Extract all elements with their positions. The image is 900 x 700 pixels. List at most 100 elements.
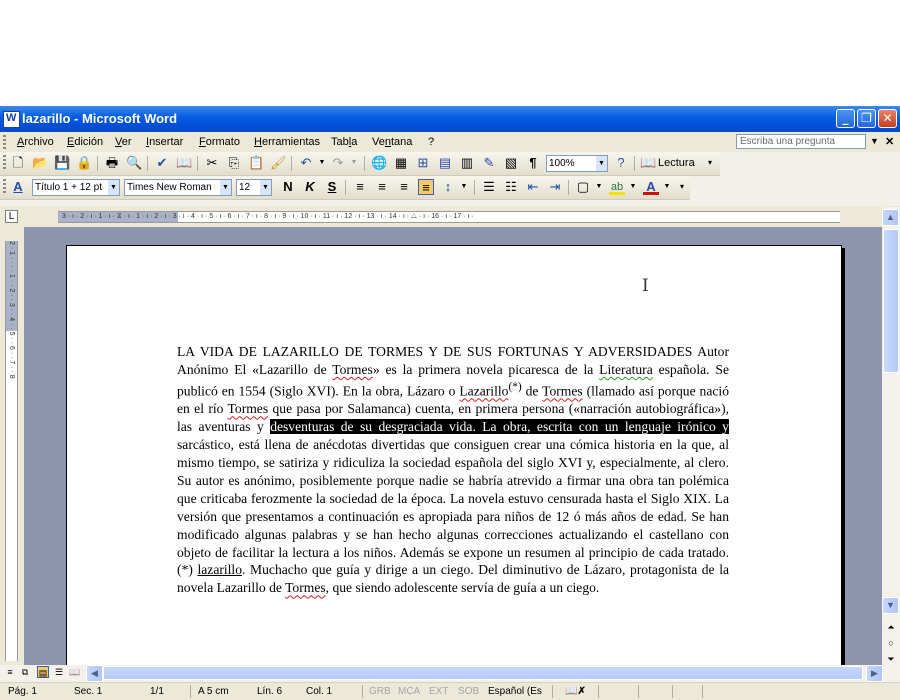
document-map-icon[interactable]: ▧ [503,155,519,171]
italic-button[interactable]: K [302,179,318,195]
style-select[interactable]: Título 1 + 12 pt ▼ [32,179,120,196]
underline-button[interactable]: S [324,179,340,195]
decrease-indent-icon[interactable]: ⇤ [525,179,541,195]
permission-icon[interactable]: 🔒 [76,155,92,171]
zoom-select[interactable]: 100% ▼ [546,155,608,172]
menu-archivo[interactable]: Archivo [17,136,54,148]
spelling-status-icon[interactable]: 📖✗ [565,686,586,697]
paste-icon[interactable]: 📋 [248,155,264,171]
align-center-icon[interactable]: ≡ [374,179,390,195]
increase-indent-icon[interactable]: ⇥ [547,179,563,195]
status-track-changes[interactable]: MCA [398,686,420,697]
tab-selector-icon[interactable]: L [5,210,18,223]
bold-button[interactable]: N [280,179,296,195]
undo-icon[interactable]: ↶ [298,155,314,171]
borders-dropdown-icon[interactable]: ▼ [591,179,607,195]
font-size-select[interactable]: 12 ▼ [236,179,272,196]
copy-icon[interactable]: ⎘ [226,155,242,171]
line-spacing-icon[interactable]: ↕ [440,179,456,195]
toolbar-options-icon[interactable]: ▾ [674,179,690,195]
status-language[interactable]: Español (Es [488,686,542,697]
scroll-left-icon[interactable]: ◀ [86,665,103,682]
misspelled-word[interactable]: Tormes [228,401,269,416]
tables-borders-icon[interactable]: ▦ [393,155,409,171]
document-area[interactable]: I LA VIDA DE LAZARILLO DE TORMES Y DE SU… [24,227,882,665]
highlight-icon[interactable]: ab [609,179,625,195]
menu-formato[interactable]: Formato [199,136,240,148]
misspelled-word[interactable]: Tormes [285,580,326,595]
close-document-icon[interactable]: ✕ [885,135,894,148]
vertical-ruler[interactable]: 2 · 1 · · · · 1 · · 2 · · 3 · · 4 · · 5 … [0,227,24,665]
style-dropdown-icon[interactable]: ▼ [108,180,119,195]
status-record-macro[interactable]: GRB [369,686,391,697]
misspelled-word[interactable]: Tormes [332,362,373,377]
font-color-dropdown-icon[interactable]: ▼ [659,179,675,195]
redo-icon[interactable]: ↷ [330,155,346,171]
justify-icon[interactable]: ≡ [418,179,434,195]
menu-insertar[interactable]: Insertar [146,136,183,148]
normal-view-icon[interactable]: ≡ [4,666,16,678]
vertical-scroll-thumb[interactable] [883,229,899,373]
maximize-button[interactable]: ❐ [857,109,876,128]
print-layout-icon[interactable]: ▤ [37,666,49,678]
menu-tabla[interactable]: Tabla [331,136,357,148]
styles-formatting-icon[interactable]: A [10,179,26,195]
menu-edicion[interactable]: Edición [67,136,103,148]
menu-help[interactable]: ? [428,136,434,148]
document-page[interactable]: I LA VIDA DE LAZARILLO DE TORMES Y DE SU… [66,245,842,665]
menu-herramientas[interactable]: Herramientas [254,136,320,148]
format-painter-icon[interactable]: 🖌 [270,155,287,171]
help-icon[interactable]: ? [613,155,629,171]
previous-page-icon[interactable]: ⏶ [883,619,899,635]
scroll-right-icon[interactable]: ▶ [866,665,883,682]
grammar-flag[interactable]: Literatura [599,362,653,377]
vertical-scrollbar[interactable]: ▲ ▼ ⏶ ○ ⏷ [882,207,900,665]
menu-ver[interactable]: Ver [115,136,132,148]
horizontal-scroll-thumb[interactable] [103,666,863,680]
status-overtype[interactable]: SOB [458,686,479,697]
misspelled-word[interactable]: Lazarillo [459,383,508,398]
minimize-button[interactable]: _ [836,109,855,128]
print-preview-icon[interactable]: 🔍 [126,155,142,171]
close-button[interactable]: ✕ [878,109,897,128]
line-spacing-dropdown-icon[interactable]: ▼ [456,179,472,195]
web-view-icon[interactable]: ⧉ [19,666,31,678]
font-size-dropdown-icon[interactable]: ▼ [260,180,271,195]
toolbar-grip[interactable] [3,155,6,169]
select-browse-object-icon[interactable]: ○ [883,635,899,651]
font-color-icon[interactable]: A [643,179,659,195]
save-icon[interactable]: 💾 [54,155,70,171]
toolbar-options-icon[interactable]: ▾ [702,155,718,171]
footnote-term[interactable]: lazarillo [197,562,242,577]
align-right-icon[interactable]: ≡ [396,179,412,195]
show-hide-icon[interactable]: ¶ [525,155,541,171]
menu-ventana[interactable]: Ventana [372,136,412,148]
align-left-icon[interactable]: ≡ [352,179,368,195]
zoom-dropdown-icon[interactable]: ▼ [596,156,607,171]
insert-table-icon[interactable]: ⊞ [415,155,431,171]
outline-view-icon[interactable]: ☰ [53,666,65,678]
research-icon[interactable]: 📖 [176,155,192,171]
bullets-icon[interactable]: ☷ [503,179,519,195]
highlight-dropdown-icon[interactable]: ▼ [625,179,641,195]
open-folder-icon[interactable]: 📂 [32,155,48,171]
scroll-up-icon[interactable]: ▲ [882,209,899,226]
read-mode-icon[interactable]: 📖 [640,155,656,171]
menu-grip[interactable] [3,135,6,149]
font-select[interactable]: Times New Roman ▼ [124,179,232,196]
reading-view-icon[interactable]: 📖 [69,666,81,678]
hyperlink-icon[interactable]: 🌐 [371,155,387,171]
horizontal-ruler[interactable]: 3 · ı · 2 · ı · 1 · ı · ⧖ · ı · 1 · ı · … [58,211,840,223]
word-app-icon[interactable] [3,111,20,128]
insert-excel-icon[interactable]: ▤ [437,155,453,171]
read-mode-button[interactable]: Lectura [658,157,695,169]
misspelled-word[interactable]: Tormes [542,383,583,398]
borders-icon[interactable]: ▢ [575,179,591,195]
toolbar-grip[interactable] [3,179,6,193]
undo-dropdown-icon[interactable]: ▼ [314,155,330,171]
ask-dropdown-icon[interactable]: ▼ [870,136,879,146]
redo-dropdown-icon[interactable]: ▼ [346,155,362,171]
selected-text[interactable]: desventuras de su desgraciada vida. La o… [270,419,729,435]
numbering-icon[interactable]: ☰ [481,179,497,195]
print-icon[interactable]: 🖶 [104,155,120,171]
